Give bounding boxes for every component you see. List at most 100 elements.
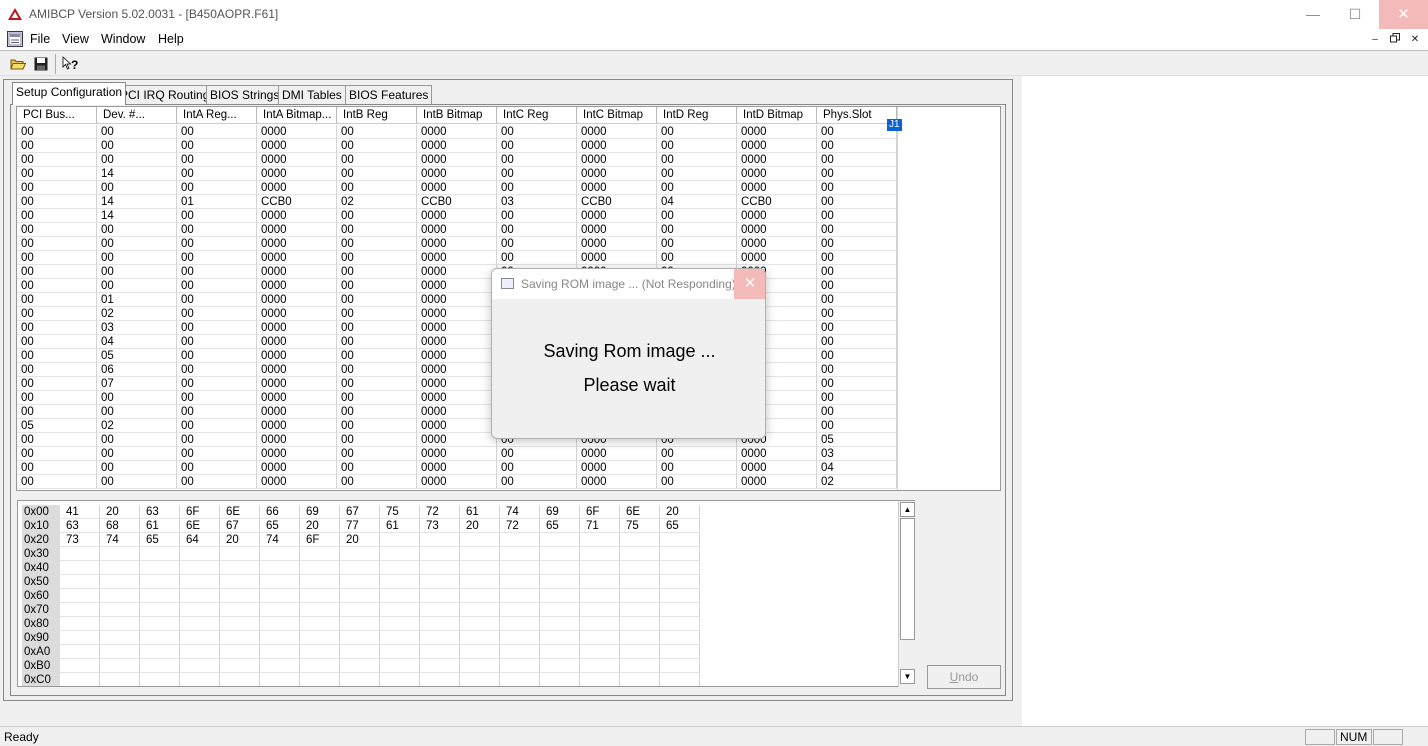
hex-byte-cell[interactable] — [180, 575, 220, 589]
table-cell[interactable]: 02 — [337, 195, 417, 209]
hex-byte-cell[interactable] — [420, 631, 460, 645]
hex-row[interactable]: 0x10 63 68 61 6E 67 65 20 77 61 73 20 72 65 71 75 65 — [18, 519, 898, 533]
table-cell[interactable]: 0000 — [417, 167, 497, 181]
hex-byte-cell[interactable] — [420, 617, 460, 631]
hex-byte-cell[interactable] — [340, 561, 380, 575]
table-cell[interactable]: 0000 — [577, 167, 657, 181]
table-cell[interactable]: 0000 — [577, 139, 657, 153]
table-cell[interactable]: 0000 — [417, 461, 497, 475]
table-cell[interactable]: 00 — [17, 447, 97, 461]
table-cell[interactable]: 02 — [97, 307, 177, 321]
table-cell[interactable]: 04 — [97, 335, 177, 349]
hex-byte-cell[interactable]: 6F — [580, 505, 620, 519]
table-cell[interactable]: 00 — [817, 139, 897, 153]
table-cell[interactable]: 00 — [177, 209, 257, 223]
table-cell[interactable]: 00 — [97, 265, 177, 279]
table-cell[interactable]: 0000 — [417, 307, 497, 321]
hex-row[interactable]: 0x00 41 20 63 6F 6E 66 69 67 75 72 61 74 69 6F 6E 20 — [18, 505, 898, 519]
tab-bios-features[interactable]: BIOS Features — [345, 85, 433, 104]
hex-byte-cell[interactable]: 6F — [180, 505, 220, 519]
hex-byte-cell[interactable]: 77 — [340, 519, 380, 533]
table-cell[interactable]: 0000 — [257, 391, 337, 405]
hex-byte-cell[interactable] — [420, 533, 460, 547]
help-button[interactable]: ? — [60, 54, 80, 74]
table-cell[interactable]: 0000 — [737, 461, 817, 475]
table-cell[interactable]: CCB0 — [577, 195, 657, 209]
table-cell[interactable]: 00 — [337, 265, 417, 279]
hex-byte-cell[interactable]: 63 — [60, 519, 100, 533]
table-cell[interactable]: 00 — [97, 125, 177, 139]
hex-byte-cell[interactable] — [140, 673, 180, 686]
hex-byte-cell[interactable] — [500, 659, 540, 673]
table-cell[interactable]: 00 — [337, 433, 417, 447]
table-cell[interactable]: 05 — [817, 433, 897, 447]
hex-byte-cell[interactable] — [220, 547, 260, 561]
hex-byte-cell[interactable] — [260, 589, 300, 603]
table-cell[interactable]: 0000 — [257, 405, 337, 419]
hex-byte-cell[interactable] — [380, 617, 420, 631]
hex-byte-cell[interactable] — [380, 673, 420, 686]
hex-row[interactable]: 0x70 — [18, 603, 898, 617]
table-cell[interactable]: 00 — [17, 475, 97, 489]
hex-row[interactable]: 0x80 — [18, 617, 898, 631]
hex-row[interactable]: 0x40 — [18, 561, 898, 575]
table-row[interactable]: 00 14 01 CCB0 02 CCB0 03 CCB0 04 CCB0 00 — [17, 195, 897, 209]
hex-byte-cell[interactable] — [340, 631, 380, 645]
hex-byte-cell[interactable]: 6E — [180, 519, 220, 533]
table-cell[interactable]: CCB0 — [737, 195, 817, 209]
table-cell[interactable]: 00 — [17, 237, 97, 251]
hex-byte-cell[interactable] — [100, 673, 140, 686]
hex-byte-cell[interactable] — [660, 589, 700, 603]
menu-view[interactable]: View — [62, 32, 89, 46]
table-cell[interactable]: 0000 — [417, 321, 497, 335]
hex-byte-cell[interactable] — [260, 617, 300, 631]
hex-byte-cell[interactable] — [380, 603, 420, 617]
table-cell[interactable]: 0000 — [417, 363, 497, 377]
minimize-button[interactable]: — — [1290, 0, 1336, 29]
column-header[interactable]: PCI Bus... — [17, 107, 97, 124]
hex-byte-cell[interactable]: 67 — [220, 519, 260, 533]
table-cell[interactable]: 00 — [177, 153, 257, 167]
hex-byte-cell[interactable]: 20 — [460, 519, 500, 533]
table-row[interactable]: 00 14 00 0000 00 0000 00 0000 00 0000 00 — [17, 167, 897, 181]
hex-byte-cell[interactable] — [340, 673, 380, 686]
table-cell[interactable]: 00 — [97, 279, 177, 293]
hex-byte-cell[interactable] — [300, 659, 340, 673]
mdi-restore-button[interactable] — [1387, 33, 1403, 47]
table-cell[interactable]: 0000 — [257, 293, 337, 307]
table-cell[interactable]: 00 — [17, 125, 97, 139]
hex-row[interactable]: 0xB0 — [18, 659, 898, 673]
table-cell[interactable]: 00 — [657, 223, 737, 237]
table-cell[interactable]: 00 — [817, 279, 897, 293]
table-cell[interactable]: 00 — [337, 321, 417, 335]
hex-byte-cell[interactable] — [260, 631, 300, 645]
table-cell[interactable]: 00 — [497, 447, 577, 461]
hex-byte-cell[interactable] — [140, 589, 180, 603]
table-cell[interactable]: 00 — [97, 139, 177, 153]
hex-byte-cell[interactable] — [580, 659, 620, 673]
hex-byte-cell[interactable] — [180, 561, 220, 575]
hex-byte-cell[interactable]: 74 — [500, 505, 540, 519]
table-cell[interactable]: 0000 — [417, 139, 497, 153]
table-cell[interactable]: 00 — [177, 139, 257, 153]
table-cell[interactable]: 00 — [177, 321, 257, 335]
table-cell[interactable]: 00 — [17, 195, 97, 209]
hex-byte-cell[interactable] — [220, 575, 260, 589]
table-cell[interactable]: 02 — [97, 419, 177, 433]
table-cell[interactable]: 00 — [177, 433, 257, 447]
hex-byte-cell[interactable] — [60, 547, 100, 561]
table-cell[interactable]: 00 — [337, 363, 417, 377]
table-cell[interactable]: 0000 — [577, 181, 657, 195]
hex-byte-cell[interactable]: 6F — [300, 533, 340, 547]
table-cell[interactable]: 00 — [17, 461, 97, 475]
table-cell[interactable]: 00 — [17, 223, 97, 237]
table-cell[interactable]: 00 — [17, 433, 97, 447]
hex-byte-cell[interactable] — [180, 673, 220, 686]
table-cell[interactable]: 00 — [817, 265, 897, 279]
table-row[interactable]: 000000000000000000000000000000 — [17, 125, 897, 139]
table-cell[interactable]: 0000 — [257, 223, 337, 237]
hex-row[interactable]: 0xC0 — [18, 673, 898, 686]
table-cell[interactable]: 00 — [337, 447, 417, 461]
hex-byte-cell[interactable]: 75 — [380, 505, 420, 519]
hex-byte-cell[interactable] — [340, 575, 380, 589]
